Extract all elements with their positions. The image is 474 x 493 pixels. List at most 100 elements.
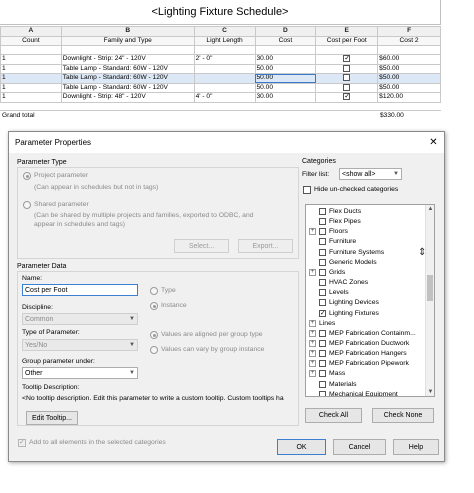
category-checkbox[interactable] <box>319 380 326 388</box>
type-of-parameter-select[interactable]: Yes/No ▼ <box>22 339 138 351</box>
cell-family[interactable]: Table Lamp - Standard: 60W - 120V <box>60 63 195 74</box>
category-item[interactable]: Furniture <box>306 237 424 247</box>
cell-count[interactable]: 1 <box>0 54 62 65</box>
expand-icon[interactable]: + <box>309 228 316 236</box>
category-checkbox[interactable] <box>319 289 326 297</box>
category-item[interactable]: Mechanical Equipment <box>306 390 424 396</box>
categories-scrollbar[interactable]: ▲ ▼ <box>425 205 434 396</box>
column-letter[interactable]: A <box>0 26 62 37</box>
category-checkbox[interactable] <box>319 339 326 347</box>
category-item[interactable]: Lighting Fixtures <box>306 309 424 319</box>
cell-length[interactable]: 2' - 0" <box>193 54 256 65</box>
expand-icon[interactable]: + <box>309 319 316 327</box>
ok-button[interactable]: OK <box>277 439 326 455</box>
category-checkbox[interactable] <box>319 238 326 246</box>
column-header-cost[interactable]: Cost <box>254 35 317 46</box>
cell-cost[interactable]: 30.00 <box>254 92 317 103</box>
cell-count[interactable]: 1 <box>0 92 62 103</box>
category-checkbox[interactable] <box>319 309 326 318</box>
category-item[interactable]: Lighting Devices <box>306 298 424 308</box>
column-header-family[interactable]: Family and Type <box>60 35 195 46</box>
column-letter[interactable]: E <box>315 26 379 37</box>
instance-radio[interactable] <box>150 302 158 310</box>
categories-tree[interactable]: Flex Ducts Flex Pipes + Floors Furniture Furn… <box>305 204 435 397</box>
cell-length[interactable] <box>193 63 256 74</box>
column-letter[interactable]: D <box>254 26 317 37</box>
column-letter[interactable]: F <box>377 26 441 37</box>
filter-list-select[interactable]: <show all> ▼ <box>339 168 402 180</box>
category-item[interactable]: + Mass <box>306 369 424 379</box>
cell-cost-per-foot[interactable] <box>315 54 379 65</box>
cell-cost2[interactable]: $120.00 <box>377 92 441 103</box>
category-checkbox[interactable] <box>319 248 326 256</box>
scroll-thumb[interactable] <box>427 275 433 301</box>
values-vary-radio[interactable] <box>150 346 158 354</box>
cell-cost2[interactable]: $50.00 <box>377 73 441 84</box>
table-row[interactable]: 1 Downlight - Strip: 48" - 120V 4' - 0" … <box>0 92 441 103</box>
column-header-length[interactable]: Light Length <box>193 35 256 46</box>
table-row[interactable]: 1 Table Lamp - Standard: 60W - 120V 50.0… <box>0 63 441 74</box>
cell-cost[interactable]: 50.00 <box>254 82 317 93</box>
category-checkbox[interactable] <box>319 350 326 358</box>
export-button[interactable]: Export... <box>238 239 293 253</box>
cost-per-foot-checkbox[interactable] <box>343 64 351 72</box>
group-under-select[interactable]: Other ▼ <box>22 367 138 379</box>
expand-icon[interactable]: + <box>309 329 316 337</box>
cell-count[interactable]: 1 <box>0 63 62 74</box>
dialog-title-bar[interactable]: Parameter Properties <box>9 132 444 153</box>
category-item[interactable]: + Floors <box>306 227 424 237</box>
cell-length[interactable] <box>193 73 256 84</box>
discipline-select[interactable]: Common ▼ <box>22 313 138 325</box>
cancel-button[interactable]: Cancel <box>333 439 386 455</box>
select-button[interactable]: Select... <box>174 239 229 253</box>
add-to-all-checkbox[interactable] <box>18 438 26 448</box>
category-checkbox[interactable] <box>319 360 326 368</box>
expand-icon[interactable]: + <box>309 339 316 347</box>
category-checkbox[interactable] <box>319 299 326 307</box>
cell-count[interactable]: 1 <box>0 82 62 93</box>
cell-cost[interactable]: 50.00 <box>254 63 317 74</box>
cost-per-foot-checkbox[interactable] <box>343 74 351 82</box>
category-checkbox[interactable] <box>319 329 326 337</box>
column-letter[interactable]: B <box>60 26 195 37</box>
cell-cost-per-foot[interactable] <box>315 92 379 103</box>
category-item[interactable]: + MEP Fabrication Pipework <box>306 359 424 369</box>
scroll-up-icon[interactable]: ▲ <box>427 206 434 212</box>
shared-parameter-radio[interactable] <box>23 201 31 209</box>
cell-cost2[interactable]: $50.00 <box>377 63 441 74</box>
hide-unchecked-checkbox[interactable] <box>303 186 311 194</box>
cost-per-foot-checkbox[interactable] <box>343 83 351 91</box>
category-checkbox[interactable] <box>319 218 326 226</box>
expand-icon[interactable]: + <box>309 370 316 378</box>
expand-icon[interactable]: + <box>309 350 316 358</box>
type-radio[interactable] <box>150 287 158 295</box>
category-checkbox[interactable] <box>319 228 326 236</box>
cell-cost-per-foot[interactable] <box>315 73 379 84</box>
check-all-button[interactable]: Check All <box>305 408 362 423</box>
category-checkbox[interactable] <box>319 370 326 378</box>
category-checkbox[interactable] <box>319 390 326 396</box>
cell-cost-editing[interactable]: 50.00 <box>254 73 317 84</box>
cost-per-foot-checkbox[interactable] <box>343 55 351 63</box>
category-item[interactable]: Furniture Systems <box>306 248 424 258</box>
cell-cost2[interactable]: $50.00 <box>377 82 441 93</box>
project-parameter-radio[interactable] <box>23 172 31 180</box>
cell-cost-per-foot[interactable] <box>315 82 379 93</box>
category-checkbox[interactable] <box>319 268 326 276</box>
scroll-down-icon[interactable]: ▼ <box>427 389 434 395</box>
column-header-cost-per-foot[interactable]: Cost per Foot <box>315 35 379 46</box>
category-item[interactable]: + MEP Fabrication Ductwork <box>306 339 424 349</box>
category-item[interactable]: Flex Pipes <box>306 217 424 227</box>
cell-family[interactable]: Table Lamp - Standard: 60W - 120V <box>60 73 195 84</box>
values-aligned-radio[interactable] <box>150 331 158 339</box>
category-item[interactable]: Generic Models <box>306 258 424 268</box>
cell-cost2[interactable]: $60.00 <box>377 54 441 65</box>
category-checkbox[interactable] <box>319 258 326 266</box>
column-letter[interactable]: C <box>193 26 256 37</box>
cell-family[interactable]: Downlight - Strip: 24" - 120V <box>60 54 195 65</box>
category-item[interactable]: + MEP Fabrication Hangers <box>306 349 424 359</box>
check-none-button[interactable]: Check None <box>372 408 434 423</box>
category-item[interactable]: Flex Ducts <box>306 207 424 217</box>
column-header-cost2[interactable]: Cost 2 <box>377 35 441 46</box>
cell-family[interactable]: Table Lamp - Standard: 60W - 120V <box>60 82 195 93</box>
